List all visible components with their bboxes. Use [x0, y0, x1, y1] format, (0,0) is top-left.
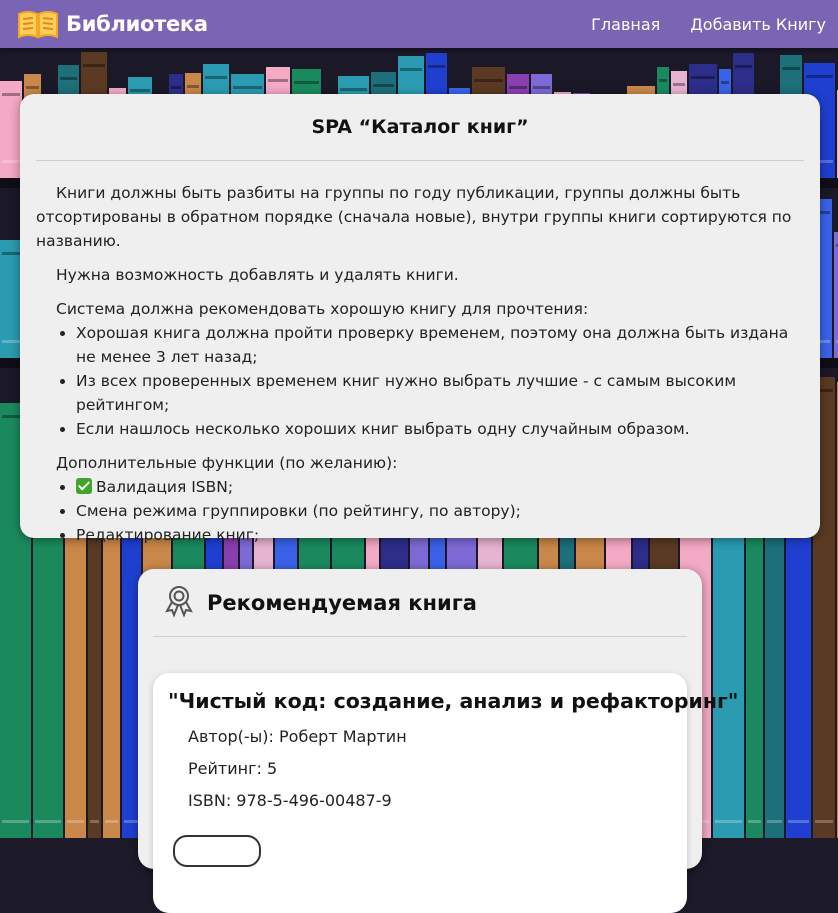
list-item: Из всех проверенных временем книг нужно …	[76, 369, 804, 417]
top-navbar: Библиотека Главная Добавить Книгу	[0, 0, 838, 48]
description-paragraph: Книги должны быть разбиты на группы по г…	[36, 184, 792, 250]
description-paragraph: Нужна возможность добавлять и удалять кн…	[56, 266, 459, 284]
app-title: Библиотека	[66, 12, 208, 36]
logo[interactable]: Библиотека	[16, 8, 208, 40]
recommend-intro: Система должна рекомендовать хорошую кни…	[56, 300, 589, 318]
list-item: Если нашлось несколько хороших книг выбр…	[76, 417, 804, 441]
nav-links: Главная Добавить Книгу	[561, 15, 826, 34]
book-title: "Чистый код: создание, анализ и рефактор…	[168, 689, 739, 713]
recommended-header: Рекомендуемая книга	[153, 569, 687, 637]
list-item: Смена режима группировки (по рейтингу, п…	[76, 499, 804, 523]
book-isbn: ISBN: 978-5-496-00487-9	[188, 791, 392, 810]
award-icon	[153, 584, 195, 622]
description-card: SPA “Каталог книг” Книги должны быть раз…	[20, 94, 820, 544]
extras-list: Валидация ISBN; Смена режима группировки…	[36, 475, 804, 547]
list-item: Валидация ISBN;	[76, 475, 804, 499]
recommend-rules-list: Хорошая книга должна пройти проверку вре…	[36, 321, 804, 441]
recommended-title: Рекомендуемая книга	[207, 590, 477, 615]
book-card: "Чистый код: создание, анализ и рефактор…	[153, 673, 739, 913]
book-action-button[interactable]	[173, 835, 261, 867]
book-rating: Рейтинг: 5	[188, 759, 278, 778]
nav-home-link[interactable]: Главная	[591, 15, 660, 34]
nav-add-book-link[interactable]: Добавить Книгу	[690, 15, 826, 34]
list-item: Хорошая книга должна пройти проверку вре…	[76, 321, 804, 369]
open-book-icon	[16, 8, 60, 40]
book-authors: Автор(-ы): Роберт Мартин	[188, 727, 407, 746]
checkmark-icon	[76, 478, 92, 494]
description-title: SPA “Каталог книг”	[36, 94, 804, 161]
extras-intro: Дополнительные функции (по желанию):	[56, 454, 398, 472]
list-item: Редактирование книг;	[76, 523, 804, 547]
list-item-text: Валидация ISBN;	[96, 478, 234, 496]
description-body: Книги должны быть разбиты на группы по г…	[36, 181, 804, 547]
recommended-card: Рекомендуемая книга "Чистый код: создани…	[138, 569, 738, 913]
